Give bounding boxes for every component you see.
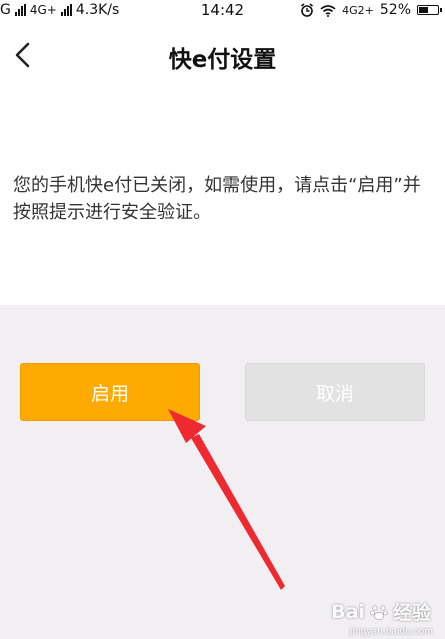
header: 快e付设置 bbox=[0, 22, 445, 88]
watermark-url: jingyan.baidu.com bbox=[349, 627, 433, 637]
battery-percent: 52% bbox=[379, 2, 411, 18]
battery-fill bbox=[419, 7, 428, 13]
watermark-suffix: 经验 bbox=[392, 602, 431, 624]
status-right: 4G2+ 52% bbox=[300, 2, 442, 18]
content-panel: 您的手机快e付已关闭，如需使用，请点击“启用”并按照提示进行安全验证。 bbox=[0, 88, 445, 305]
wifi-icon bbox=[320, 4, 336, 17]
status-bar: G 4G+ 4.3K/s 14:42 4G2+ 52% bbox=[0, 0, 445, 22]
arrow-shaft bbox=[191, 434, 285, 590]
watermark: Bai 经验 bbox=[331, 598, 431, 625]
page-title: 快e付设置 bbox=[168, 47, 277, 73]
network-type-right: 4G2+ bbox=[342, 3, 374, 17]
battery-icon bbox=[417, 5, 442, 15]
info-message: 您的手机快e付已关闭，如需使用，请点击“启用”并按照提示进行安全验证。 bbox=[13, 175, 421, 223]
enable-button[interactable]: 启用 bbox=[20, 363, 200, 421]
watermark-brand: Bai bbox=[331, 600, 365, 623]
paw-icon bbox=[370, 604, 388, 620]
alarm-icon bbox=[301, 3, 314, 17]
cancel-button[interactable]: 取消 bbox=[245, 363, 425, 421]
